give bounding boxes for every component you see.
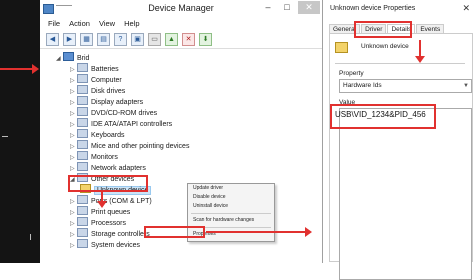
computer-icon (77, 74, 88, 83)
processor-icon (77, 217, 88, 226)
menu-item-disable-device[interactable]: Disable device (188, 193, 274, 202)
details-tab-highlight (354, 21, 412, 38)
menu-item-scan-hardware[interactable]: Scan for hardware changes (188, 216, 274, 225)
disk-icon (77, 85, 88, 94)
tree-item-computer[interactable]: ▷ Computer (56, 74, 296, 85)
forward-icon[interactable]: ▶ (63, 32, 76, 46)
menu-file[interactable]: File (48, 19, 60, 28)
device-name: Unknown device (361, 43, 409, 50)
chevron-down-icon: ▼ (463, 83, 469, 89)
arrow-head (415, 56, 425, 63)
tree-item-disk-drives[interactable]: ▷ Disk drives (56, 85, 296, 96)
dialog-close-icon[interactable]: ✕ (462, 3, 470, 14)
unknown-device-highlight (68, 175, 148, 192)
back-icon[interactable]: ◀ (46, 32, 59, 46)
device-tree-icon[interactable]: ▦ (80, 32, 93, 46)
monitor-icon[interactable]: ▭ (148, 32, 161, 46)
warning-device-icon (335, 42, 348, 53)
keyboard-icon (77, 129, 88, 138)
toolbar: ◀ ▶ ▦ ▤ ? ▣ ▭ ▲ ✕ ⬇ (40, 30, 322, 49)
port-icon (77, 195, 88, 204)
close-button[interactable]: ✕ (298, 1, 320, 14)
view-icon[interactable]: ▣ (131, 32, 144, 46)
tree-item-monitors[interactable]: ▷ Monitors (56, 151, 296, 162)
menu-help[interactable]: Help (124, 19, 139, 28)
tree-item-display-adapters[interactable]: ▷ Display adapters (56, 96, 296, 107)
menu-view[interactable]: View (99, 19, 115, 28)
display-icon (77, 96, 88, 105)
storage-icon (77, 228, 88, 237)
help-icon[interactable]: ? (114, 32, 127, 46)
mouse-icon (77, 140, 88, 149)
network-icon (77, 162, 88, 171)
hardware-id-highlight (330, 104, 436, 129)
maximize-button[interactable]: □ (279, 1, 295, 14)
property-select[interactable]: Hardware Ids ▼ (339, 79, 472, 93)
dialog-title: Unknown device Properties (330, 5, 416, 12)
arrow-head (97, 201, 107, 208)
arrow-head (32, 64, 39, 74)
properties-icon[interactable]: ▤ (97, 32, 110, 46)
printer-icon (77, 206, 88, 215)
tree-item-network-adapters[interactable]: ▷ Network adapters (56, 162, 296, 173)
title-bar: Device Manager – □ ✕ (40, 0, 322, 17)
controller-icon (77, 118, 88, 127)
tree-item-mice[interactable]: ▷ Mice and other pointing devices (56, 140, 296, 151)
tree-item-batteries[interactable]: ▷ Batteries (56, 63, 296, 74)
menu-item-uninstall-device[interactable]: Uninstall device (188, 202, 274, 211)
system-icon (77, 239, 88, 248)
enable-device-icon[interactable]: ⬇ (199, 32, 212, 46)
property-select-value: Hardware Ids (343, 82, 382, 89)
update-driver-icon[interactable]: ▲ (165, 32, 178, 46)
tree-item-keyboards[interactable]: ▷ Keyboards (56, 129, 296, 140)
menu-action[interactable]: Action (69, 19, 90, 28)
properties-highlight (144, 226, 205, 238)
menu-separator (191, 213, 271, 214)
menu-item-update-driver[interactable]: Update driver (188, 184, 274, 193)
annotation-arrow (206, 227, 312, 237)
background-mark (30, 234, 35, 240)
dvd-icon (77, 107, 88, 116)
device-manager-window: Device Manager – □ ✕ File Action View He… (40, 0, 323, 263)
properties-dialog: Unknown device Properties ✕ General Driv… (323, 0, 474, 280)
tree-item-ide-controllers[interactable]: ▷ IDE ATA/ATAPI controllers (56, 118, 296, 129)
uninstall-icon[interactable]: ✕ (182, 32, 195, 46)
annotation-arrow (0, 64, 39, 74)
background-window (0, 0, 40, 263)
property-label: Property (339, 70, 364, 77)
battery-icon (77, 63, 88, 72)
menu-bar: File Action View Help (40, 17, 322, 30)
annotation-arrow (415, 40, 425, 63)
background-mark (2, 136, 8, 141)
annotation-arrow (97, 191, 107, 208)
computer-icon (63, 52, 74, 61)
monitor-icon (77, 151, 88, 160)
divider (335, 63, 465, 64)
arrow-head (305, 227, 312, 237)
details-panel: Unknown device Property Hardware Ids ▼ V… (329, 33, 473, 280)
minimize-button[interactable]: – (260, 1, 276, 14)
tree-root[interactable]: ◢ Brid (56, 52, 296, 63)
value-list[interactable] (339, 108, 472, 280)
tree-item-dvd-drives[interactable]: ▷ DVD/CD-ROM drives (56, 107, 296, 118)
expand-icon[interactable]: ▷ (70, 241, 77, 252)
